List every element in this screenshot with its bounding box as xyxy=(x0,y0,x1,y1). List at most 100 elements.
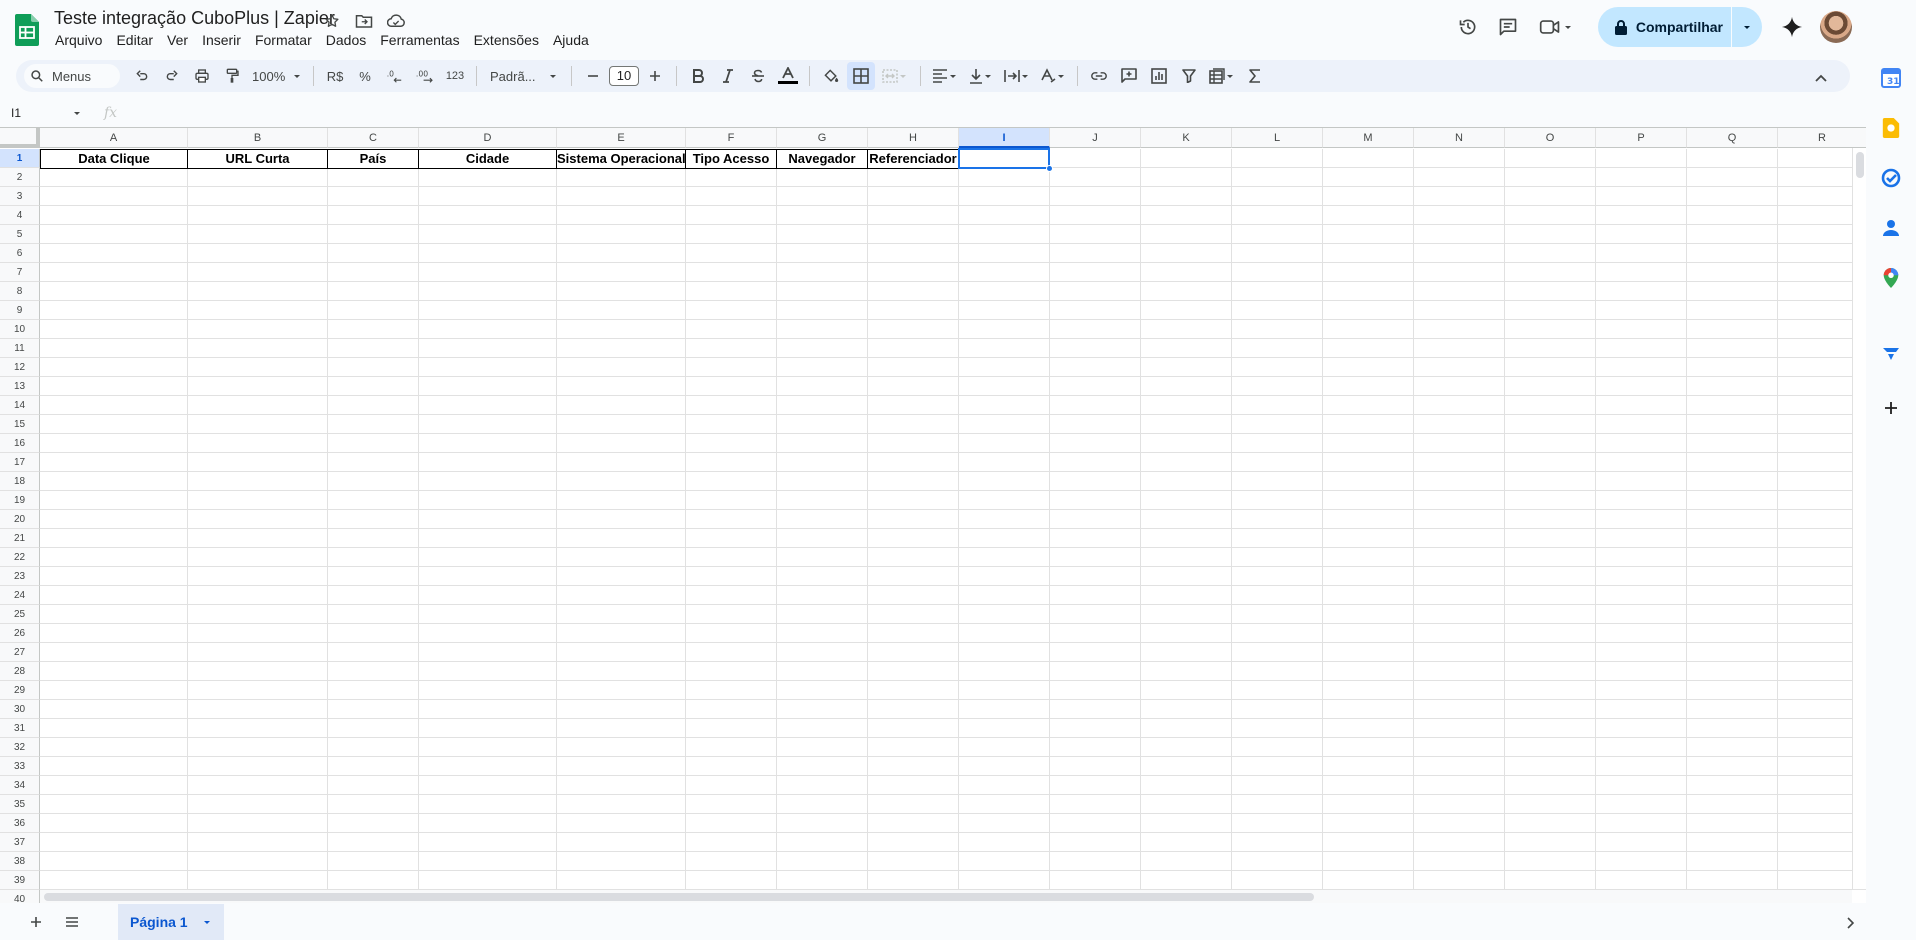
cell-h16[interactable] xyxy=(868,434,959,453)
cell-b10[interactable] xyxy=(188,320,328,339)
cell-h5[interactable] xyxy=(868,225,959,244)
cell-i25[interactable] xyxy=(959,605,1050,624)
cell-p39[interactable] xyxy=(1596,871,1687,890)
cell-i5[interactable] xyxy=(959,225,1050,244)
cell-h34[interactable] xyxy=(868,776,959,795)
cell-a6[interactable] xyxy=(40,244,188,263)
insert-comment-icon[interactable] xyxy=(1115,62,1143,90)
cell-e28[interactable] xyxy=(557,662,686,681)
cell-i6[interactable] xyxy=(959,244,1050,263)
cell-p14[interactable] xyxy=(1596,396,1687,415)
cell-a18[interactable] xyxy=(40,472,188,491)
cell-n6[interactable] xyxy=(1414,244,1505,263)
cell-h33[interactable] xyxy=(868,757,959,776)
row-header-14[interactable]: 14 xyxy=(0,396,40,415)
keep-icon[interactable] xyxy=(1879,116,1903,140)
cell-k17[interactable] xyxy=(1141,453,1232,472)
cell-a23[interactable] xyxy=(40,567,188,586)
merge-cells-icon[interactable] xyxy=(877,62,913,90)
cell-f35[interactable] xyxy=(686,795,777,814)
cell-i22[interactable] xyxy=(959,548,1050,567)
cell-n12[interactable] xyxy=(1414,358,1505,377)
cell-m35[interactable] xyxy=(1323,795,1414,814)
cell-h10[interactable] xyxy=(868,320,959,339)
cell-b12[interactable] xyxy=(188,358,328,377)
undo-icon[interactable] xyxy=(128,62,156,90)
cell-p17[interactable] xyxy=(1596,453,1687,472)
cell-j11[interactable] xyxy=(1050,339,1141,358)
cell-q14[interactable] xyxy=(1687,396,1778,415)
cell-p5[interactable] xyxy=(1596,225,1687,244)
cell-d17[interactable] xyxy=(419,453,557,472)
cell-g30[interactable] xyxy=(777,700,868,719)
cell-q36[interactable] xyxy=(1687,814,1778,833)
cell-f27[interactable] xyxy=(686,643,777,662)
cell-l7[interactable] xyxy=(1232,263,1323,282)
cell-l25[interactable] xyxy=(1232,605,1323,624)
cell-i32[interactable] xyxy=(959,738,1050,757)
cell-d30[interactable] xyxy=(419,700,557,719)
cell-j1[interactable] xyxy=(1050,149,1141,168)
cell-p35[interactable] xyxy=(1596,795,1687,814)
column-header-d[interactable]: D xyxy=(419,128,557,148)
move-folder-icon[interactable] xyxy=(352,10,376,32)
column-header-p[interactable]: P xyxy=(1596,128,1687,148)
horizontal-scrollbar[interactable] xyxy=(40,889,1852,903)
cell-b13[interactable] xyxy=(188,377,328,396)
cell-n19[interactable] xyxy=(1414,491,1505,510)
cell-b28[interactable] xyxy=(188,662,328,681)
cell-o21[interactable] xyxy=(1505,529,1596,548)
cell-g18[interactable] xyxy=(777,472,868,491)
cell-k2[interactable] xyxy=(1141,168,1232,187)
column-header-f[interactable]: F xyxy=(686,128,777,148)
cell-h22[interactable] xyxy=(868,548,959,567)
row-header-22[interactable]: 22 xyxy=(0,548,40,567)
cell-l28[interactable] xyxy=(1232,662,1323,681)
cell-k31[interactable] xyxy=(1141,719,1232,738)
cell-d19[interactable] xyxy=(419,491,557,510)
cell-l34[interactable] xyxy=(1232,776,1323,795)
font-size-input[interactable]: 10 xyxy=(609,62,639,90)
cell-h28[interactable] xyxy=(868,662,959,681)
cell-m10[interactable] xyxy=(1323,320,1414,339)
cell-l14[interactable] xyxy=(1232,396,1323,415)
cell-p13[interactable] xyxy=(1596,377,1687,396)
cell-m18[interactable] xyxy=(1323,472,1414,491)
cell-d5[interactable] xyxy=(419,225,557,244)
cell-i37[interactable] xyxy=(959,833,1050,852)
cell-f15[interactable] xyxy=(686,415,777,434)
cell-c14[interactable] xyxy=(328,396,419,415)
column-header-h[interactable]: H xyxy=(868,128,959,148)
column-header-o[interactable]: O xyxy=(1505,128,1596,148)
cell-a19[interactable] xyxy=(40,491,188,510)
cell-k20[interactable] xyxy=(1141,510,1232,529)
cell-g15[interactable] xyxy=(777,415,868,434)
cell-f31[interactable] xyxy=(686,719,777,738)
cell-m6[interactable] xyxy=(1323,244,1414,263)
cell-o20[interactable] xyxy=(1505,510,1596,529)
cell-b38[interactable] xyxy=(188,852,328,871)
cell-a14[interactable] xyxy=(40,396,188,415)
cell-j39[interactable] xyxy=(1050,871,1141,890)
cell-f11[interactable] xyxy=(686,339,777,358)
cell-k15[interactable] xyxy=(1141,415,1232,434)
cell-i29[interactable] xyxy=(959,681,1050,700)
cell-j7[interactable] xyxy=(1050,263,1141,282)
text-color-icon[interactable] xyxy=(774,62,802,90)
cell-q10[interactable] xyxy=(1687,320,1778,339)
menu-editar[interactable]: Editar xyxy=(109,31,160,49)
cell-b16[interactable] xyxy=(188,434,328,453)
cell-e33[interactable] xyxy=(557,757,686,776)
cell-j12[interactable] xyxy=(1050,358,1141,377)
cell-e14[interactable] xyxy=(557,396,686,415)
cell-o1[interactable] xyxy=(1505,149,1596,168)
cell-k36[interactable] xyxy=(1141,814,1232,833)
cell-j13[interactable] xyxy=(1050,377,1141,396)
cell-n33[interactable] xyxy=(1414,757,1505,776)
cell-c28[interactable] xyxy=(328,662,419,681)
cell-c20[interactable] xyxy=(328,510,419,529)
cell-p36[interactable] xyxy=(1596,814,1687,833)
cell-n28[interactable] xyxy=(1414,662,1505,681)
cell-e20[interactable] xyxy=(557,510,686,529)
cell-n31[interactable] xyxy=(1414,719,1505,738)
